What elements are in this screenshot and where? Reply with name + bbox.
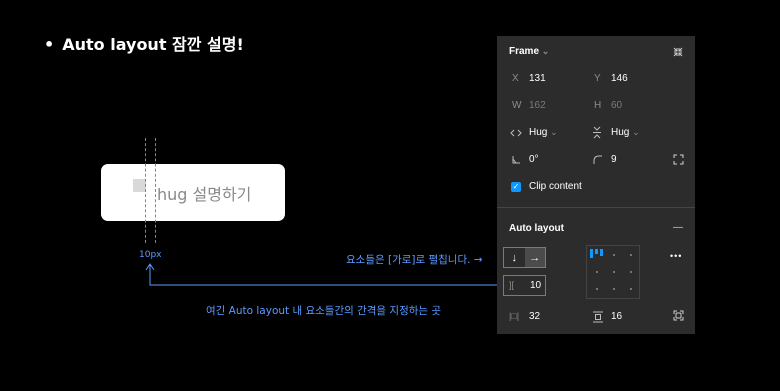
spacing-gap-icon: ][ — [509, 280, 515, 290]
horizontal-resizing-value: Hug — [529, 127, 548, 138]
horizontal-resizing-dropdown[interactable]: Hug ⌄ — [529, 127, 558, 138]
vertical-direction-button[interactable]: ↓ — [504, 248, 525, 267]
chevron-down-icon: ⌄ — [632, 127, 640, 137]
vertical-resizing-icon — [593, 126, 601, 139]
frame-section-title[interactable]: Frame ⌄ — [509, 46, 549, 57]
chevron-down-icon: ⌄ — [550, 127, 558, 137]
vertical-resizing-dropdown[interactable]: Hug ⌄ — [611, 127, 640, 138]
frame-chevron-icon: ⌄ — [541, 46, 550, 56]
alignment-grid[interactable] — [586, 245, 640, 299]
gap-guide-line-right — [155, 138, 156, 243]
y-label: Y — [594, 73, 601, 84]
design-properties-panel: Frame ⌄ X 131 Y 146 W 162 H 60 Hug ⌄ Hug… — [497, 36, 695, 334]
horizontal-direction-button[interactable]: → — [524, 248, 545, 267]
independent-corners-icon[interactable] — [673, 154, 684, 165]
vertical-resizing-value: Hug — [611, 127, 630, 138]
heading-text: Auto layout 잠깐 설명! — [62, 35, 244, 54]
x-input[interactable]: 131 — [529, 73, 546, 84]
w-label: W — [512, 100, 522, 111]
demo-frame-label: hug 설명하기 — [157, 185, 252, 204]
rotation-input[interactable]: 0° — [529, 154, 539, 165]
auto-layout-title: Auto layout — [509, 223, 564, 234]
more-options-icon[interactable]: ••• — [670, 251, 682, 261]
clip-content-label: Clip content — [529, 181, 582, 192]
h-input[interactable]: 60 — [611, 100, 622, 111]
y-input[interactable]: 146 — [611, 73, 628, 84]
arrow-right-icon: → — [529, 251, 541, 264]
arrow-down-icon: ↓ — [511, 251, 518, 264]
collapse-frame-icon[interactable] — [672, 46, 684, 58]
remove-auto-layout-button[interactable]: — — [673, 222, 683, 233]
direction-annotation: 요소들은 [가로]로 펼칩니다. → — [346, 254, 483, 266]
clip-content-checkbox[interactable]: ✓ — [511, 182, 521, 192]
h-label: H — [594, 100, 602, 111]
frame-title-text: Frame — [509, 46, 540, 57]
spacing-gap-input[interactable]: 10 — [530, 280, 541, 291]
horizontal-resizing-icon — [510, 129, 522, 137]
w-input[interactable]: 162 — [529, 100, 546, 111]
rotation-icon — [512, 156, 520, 164]
vertical-padding-icon — [593, 311, 603, 323]
gap-guide-line-left — [145, 138, 146, 243]
top-left-alignment-icon — [590, 249, 603, 258]
horizontal-padding-input[interactable]: 32 — [529, 311, 540, 322]
horizontal-padding-icon: |□| — [509, 311, 520, 321]
spacing-between-field[interactable]: ][ 10 — [503, 275, 546, 296]
corner-radius-input[interactable]: 9 — [611, 154, 617, 165]
corner-radius-icon — [593, 155, 602, 164]
layout-direction-toggle: ↓ → — [503, 247, 546, 268]
section-divider — [497, 207, 695, 208]
individual-padding-icon[interactable] — [673, 310, 684, 321]
heading-bullet: • — [44, 35, 55, 54]
gap-measurement-label: 10px — [139, 250, 162, 260]
vertical-padding-input[interactable]: 16 — [611, 311, 622, 322]
page-heading: • Auto layout 잠깐 설명! — [44, 31, 244, 55]
x-label: X — [512, 73, 519, 84]
gap-annotation: 여긴 Auto layout 내 요소들간의 간격을 지정하는 곳 — [206, 305, 442, 317]
